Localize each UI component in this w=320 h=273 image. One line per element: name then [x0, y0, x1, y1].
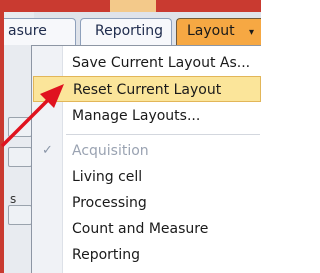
arrow-shaft — [0, 96, 52, 148]
annotation-arrow-icon — [0, 84, 64, 148]
